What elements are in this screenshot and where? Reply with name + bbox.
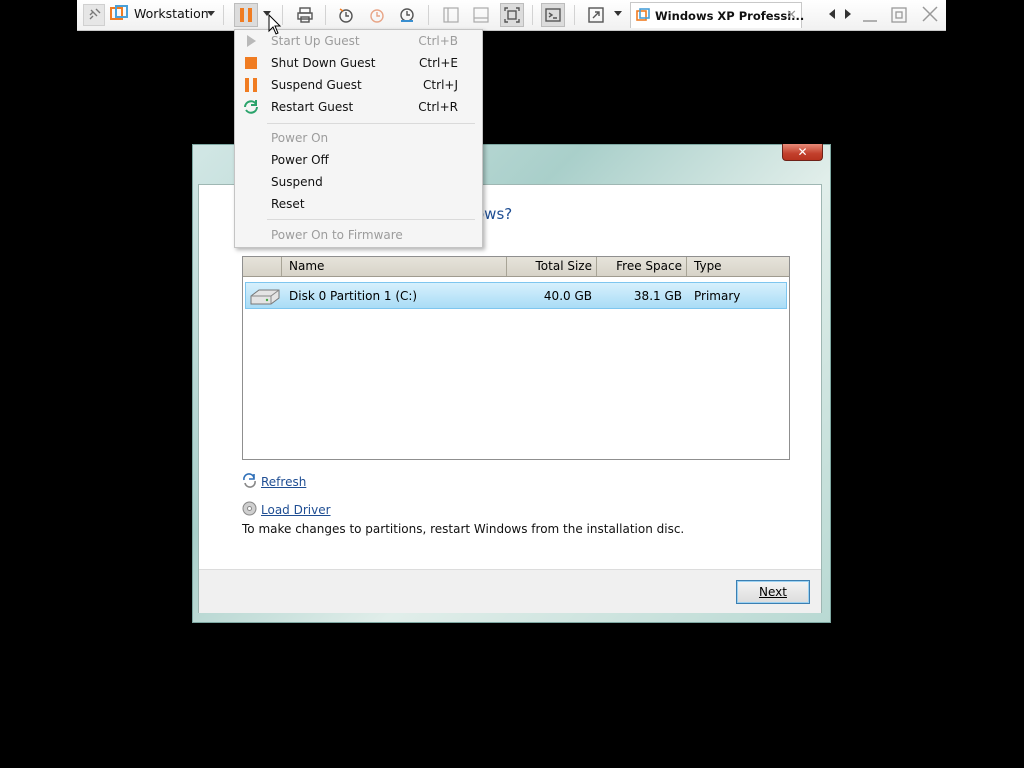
menu-item-power-on-to-firmware[interactable]: Power On to Firmware bbox=[235, 224, 482, 246]
menu-item-shut-down-guest[interactable]: Shut Down Guest Ctrl+E bbox=[235, 52, 482, 74]
menu-item-restart-guest[interactable]: Restart Guest Ctrl+R bbox=[235, 96, 482, 118]
pin-icon[interactable] bbox=[83, 4, 105, 26]
hint-text: To make changes to partitions, restart W… bbox=[242, 522, 685, 536]
menu-item-shortcut: Ctrl+E bbox=[419, 56, 458, 70]
menu-separator bbox=[267, 123, 475, 124]
load-driver-link-label[interactable]: Load Driver bbox=[261, 503, 331, 517]
column-header-free-space[interactable]: Free Space bbox=[597, 257, 687, 276]
refresh-link[interactable]: Refresh bbox=[242, 473, 306, 491]
partition-table[interactable]: Name Total Size Free Space Type Disk 0 P… bbox=[242, 256, 790, 460]
column-header-icon bbox=[243, 257, 282, 276]
partition-name: Disk 0 Partition 1 (C:) bbox=[289, 289, 418, 303]
column-header-name[interactable]: Name bbox=[282, 257, 507, 276]
menu-item-label: Restart Guest bbox=[271, 100, 354, 114]
column-header-type[interactable]: Type bbox=[687, 257, 789, 276]
minimize-icon[interactable] bbox=[860, 6, 880, 24]
menu-item-power-on[interactable]: Power On bbox=[235, 127, 482, 149]
toolbar-separator bbox=[428, 5, 429, 25]
toolbar-separator bbox=[574, 5, 575, 25]
disc-icon bbox=[242, 501, 257, 519]
view-single-icon[interactable] bbox=[471, 5, 491, 25]
load-driver-link[interactable]: Load Driver bbox=[242, 501, 331, 519]
refresh-icon bbox=[242, 473, 257, 491]
menu-item-label: Suspend bbox=[271, 175, 323, 189]
column-header-total-size[interactable]: Total Size bbox=[507, 257, 597, 276]
view-split-icon[interactable] bbox=[441, 5, 461, 25]
menu-item-label: Power On to Firmware bbox=[271, 228, 403, 242]
close-icon[interactable]: ✕ bbox=[786, 8, 797, 23]
menu-item-power-off[interactable]: Power Off bbox=[235, 149, 482, 171]
restart-icon bbox=[243, 99, 259, 115]
setup-close-button[interactable]: ✕ bbox=[782, 144, 823, 161]
table-row[interactable]: Disk 0 Partition 1 (C:) 40.0 GB 38.1 GB … bbox=[245, 282, 787, 309]
hard-disk-icon bbox=[249, 286, 281, 306]
snapshot-revert-icon[interactable] bbox=[367, 5, 387, 25]
mouse-cursor-icon bbox=[268, 13, 282, 36]
tab-vm-label: Windows XP Professi... bbox=[655, 9, 805, 23]
fullscreen-dropdown-arrow-icon[interactable] bbox=[614, 9, 622, 17]
play-icon bbox=[243, 33, 259, 49]
print-icon[interactable] bbox=[295, 5, 315, 25]
menu-item-label: Power On bbox=[271, 131, 329, 145]
menu-item-suspend[interactable]: Suspend bbox=[235, 171, 482, 193]
vmware-toolbar: Workstation Windows XP Professi... ✕ bbox=[77, 0, 946, 31]
fullscreen-icon[interactable] bbox=[586, 5, 606, 25]
partition-type: Primary bbox=[694, 289, 741, 303]
table-header: Name Total Size Free Space Type bbox=[243, 257, 789, 277]
refresh-link-label[interactable]: Refresh bbox=[261, 475, 306, 489]
menu-item-reset[interactable]: Reset bbox=[235, 193, 482, 215]
tab-vm-icon bbox=[636, 8, 650, 22]
setup-content: ows? Name Total Size Free Space Type Dis… bbox=[198, 184, 822, 613]
menu-item-label: Reset bbox=[271, 197, 305, 211]
prev-arrow-icon[interactable] bbox=[827, 8, 837, 20]
snapshot-take-icon[interactable] bbox=[336, 5, 356, 25]
snapshot-manager-icon[interactable] bbox=[397, 5, 417, 25]
restore-icon[interactable] bbox=[889, 5, 909, 25]
dropdown-arrow-icon[interactable] bbox=[207, 9, 215, 17]
partition-free-space: 38.1 GB bbox=[633, 289, 682, 303]
window-close-icon[interactable] bbox=[920, 4, 940, 24]
tab-vm[interactable]: Windows XP Professi... ✕ bbox=[630, 2, 805, 28]
pause-button[interactable] bbox=[234, 3, 258, 27]
menu-item-shortcut: Ctrl+B bbox=[418, 34, 458, 48]
fit-window-icon[interactable] bbox=[500, 3, 524, 27]
menu-item-label: Suspend Guest bbox=[271, 78, 362, 92]
console-icon[interactable] bbox=[541, 3, 565, 27]
menu-separator bbox=[267, 219, 475, 220]
workstation-logo-icon bbox=[110, 5, 128, 23]
menu-item-label: Power Off bbox=[271, 153, 329, 167]
partition-total-size: 40.0 GB bbox=[543, 289, 592, 303]
menu-item-label: Shut Down Guest bbox=[271, 56, 376, 70]
next-button[interactable]: Next bbox=[736, 580, 810, 604]
footer-bar: Next bbox=[199, 569, 821, 613]
toolbar-separator bbox=[282, 5, 283, 25]
pause-icon bbox=[243, 77, 259, 93]
power-menu: Start Up Guest Ctrl+B Shut Down Guest Ct… bbox=[234, 29, 483, 248]
next-arrow-icon[interactable] bbox=[843, 8, 853, 20]
menu-item-shortcut: Ctrl+R bbox=[418, 100, 458, 114]
menu-item-shortcut: Ctrl+J bbox=[423, 78, 458, 92]
toolbar-separator bbox=[325, 5, 326, 25]
workstation-menu-button[interactable]: Workstation bbox=[134, 6, 209, 21]
toolbar-separator bbox=[532, 5, 533, 25]
menu-item-suspend-guest[interactable]: Suspend Guest Ctrl+J bbox=[235, 74, 482, 96]
toolbar-separator bbox=[223, 5, 224, 25]
stop-icon bbox=[243, 55, 259, 71]
menu-item-label: Start Up Guest bbox=[271, 34, 360, 48]
